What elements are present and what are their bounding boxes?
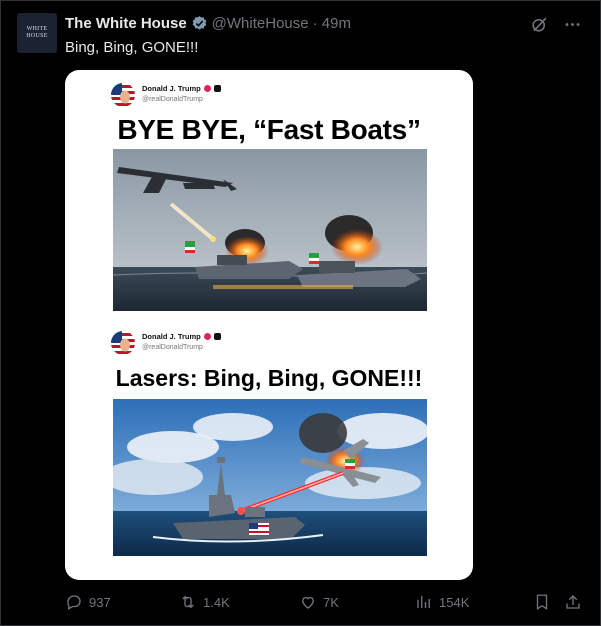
like-count: 7K bbox=[323, 594, 339, 610]
laser-warship-image bbox=[113, 399, 427, 556]
headline-lasers: Lasers: Bing, Bing, GONE!!! bbox=[115, 365, 423, 391]
repost-icon bbox=[182, 595, 194, 609]
headline-fast-boats: BYE BYE, “Fast Boats” bbox=[117, 114, 421, 145]
repost-button[interactable]: 1.4K bbox=[179, 593, 230, 611]
author-name[interactable]: The White House bbox=[65, 15, 187, 32]
reply-icon bbox=[67, 595, 81, 610]
flag-avatar-icon bbox=[111, 83, 135, 107]
flag-avatar-icon bbox=[111, 331, 135, 355]
like-icon bbox=[302, 596, 314, 609]
reply-button[interactable]: 937 bbox=[65, 593, 111, 611]
embedded-author-handle: @realDonaldTrump bbox=[142, 344, 203, 351]
embedded-author-name: Donald J. Trump bbox=[142, 332, 201, 341]
drone-boats-image bbox=[113, 149, 427, 311]
embedded-post-header-1: Donald J. Trump @realDonaldTrump bbox=[111, 83, 221, 107]
views-button[interactable]: 154K bbox=[415, 593, 469, 611]
share-button[interactable] bbox=[564, 593, 582, 611]
embedded-post-header-2: Donald J. Trump @realDonaldTrump bbox=[111, 331, 221, 355]
bookmark-button[interactable] bbox=[533, 593, 551, 611]
embedded-author-handle: @realDonaldTrump bbox=[142, 96, 203, 103]
tweet-media[interactable]: Donald J. Trump @realDonaldTrump BYE BYE… bbox=[65, 70, 473, 580]
tweet-header: The White House @WhiteHouse · 49m bbox=[65, 15, 351, 32]
tweet-top-actions bbox=[530, 15, 582, 34]
verified-badge-icon bbox=[192, 16, 207, 30]
views-icon bbox=[417, 596, 430, 608]
tweet-timestamp[interactable]: · 49m bbox=[313, 15, 351, 32]
repost-count: 1.4K bbox=[203, 594, 230, 610]
embedded-author-name: Donald J. Trump bbox=[142, 84, 201, 93]
avatar-text-line1: WHITE bbox=[26, 26, 48, 32]
share-icon bbox=[566, 595, 580, 609]
badge-icon bbox=[213, 85, 221, 92]
like-button[interactable]: 7K bbox=[299, 593, 339, 611]
avatar-text-line2: HOUSE bbox=[26, 33, 48, 39]
badge-icon bbox=[203, 85, 211, 92]
tweet-actions-bar: 937 1.4K 7K 154K bbox=[1, 593, 601, 617]
bookmark-icon bbox=[536, 594, 548, 611]
reply-count: 937 bbox=[89, 594, 111, 610]
author-handle[interactable]: @WhiteHouse bbox=[212, 15, 309, 32]
more-icon[interactable] bbox=[563, 15, 582, 34]
badge-icon bbox=[203, 333, 211, 340]
tweet-container: WHITE HOUSE The White House @WhiteHouse … bbox=[0, 0, 601, 626]
author-avatar[interactable]: WHITE HOUSE bbox=[17, 13, 57, 53]
views-count: 154K bbox=[439, 594, 470, 610]
tweet-text: Bing, Bing, GONE!!! bbox=[65, 39, 199, 56]
badge-icon bbox=[213, 333, 221, 340]
grok-icon[interactable] bbox=[530, 15, 549, 34]
